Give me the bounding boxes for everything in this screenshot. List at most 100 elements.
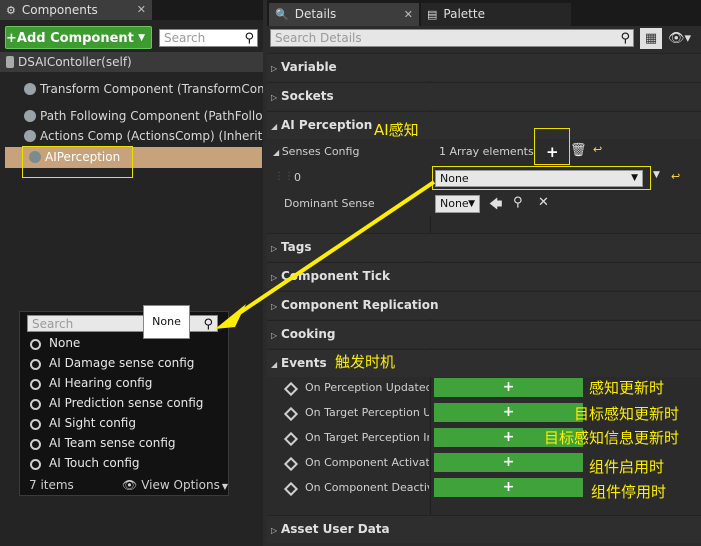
category-component-replication[interactable]: ▷ Component Replication (267, 291, 701, 319)
annotation-events: 触发时机 (335, 353, 396, 371)
collapse-arrow-icon: ◢ (271, 360, 278, 369)
use-selected-button[interactable]: 🡄 (489, 195, 502, 217)
highlight-sense-dropdown (432, 166, 651, 190)
radio-icon (30, 459, 41, 470)
annotation-event-note: 感知更新时 (589, 379, 665, 397)
components-search-input[interactable]: Search ⚲ (159, 29, 258, 47)
event-icon (283, 481, 299, 497)
grid-view-button[interactable]: ▦ (640, 28, 662, 49)
senses-config-row: ◢ Senses Config 1 Array elements + 🗑 ↩ (267, 139, 701, 164)
option-ai-hearing[interactable]: AI Hearing config (30, 373, 152, 393)
category-label: Variable (281, 60, 337, 74)
search-icon: 🔍 (275, 8, 289, 21)
add-event-target-perception-updated[interactable]: + (434, 403, 583, 422)
event-label: On Component Deactivat (305, 481, 429, 494)
annotation-ai-perception: AI感知 (374, 121, 419, 139)
highlight-add-element (534, 128, 570, 165)
radio-icon (30, 359, 41, 370)
reset-button[interactable]: ↩ (593, 143, 602, 156)
annotation-event-note: 目标感知信息更新时 (544, 429, 680, 447)
add-component-button[interactable]: +Add Component ▼ (5, 26, 152, 49)
add-event-component-deactivated[interactable]: + (434, 478, 583, 497)
component-icon (24, 130, 36, 142)
components-tab-bar: ⚙ Components ✕ (0, 0, 263, 20)
expand-arrow-icon: ▷ (271, 302, 278, 311)
add-event-perception-updated[interactable]: + (434, 378, 583, 397)
category-tags[interactable]: ▷ Tags (267, 233, 701, 261)
option-ai-touch[interactable]: AI Touch config (30, 453, 140, 473)
senses-config-label: ◢ Senses Config (273, 139, 359, 165)
search-icon[interactable]: ⚲ (244, 30, 254, 47)
tab-label: Details (294, 7, 337, 21)
component-item-actions-comp[interactable]: Actions Comp (ActionsComp) (Inherited) (0, 126, 263, 146)
view-options-label: View Options (141, 478, 220, 492)
collapse-arrow-icon: ◢ (273, 148, 282, 157)
array-elements-count: 1 Array elements (439, 145, 534, 158)
chevron-down-icon: ▼ (468, 199, 475, 209)
clear-button[interactable]: ✕ (538, 195, 549, 210)
category-events[interactable]: ◢ Events (267, 349, 701, 377)
view-options-button[interactable]: 👁 View Options ▼ (122, 475, 228, 497)
option-ai-damage[interactable]: AI Damage sense config (30, 353, 194, 373)
browse-button[interactable]: ⚲ (513, 195, 523, 210)
eye-icon: 👁 (122, 478, 138, 492)
radio-icon (30, 419, 41, 430)
expand-arrow-icon: ▷ (271, 526, 278, 535)
event-label: On Target Perception Upd (305, 406, 429, 419)
tab-palette[interactable]: ▤ Palette (421, 3, 571, 26)
close-icon[interactable]: ✕ (404, 3, 413, 26)
search-icon[interactable]: ⚲ (203, 316, 213, 333)
arrow-left-icon: 🡄 (489, 197, 503, 212)
component-item-path-following[interactable]: Path Following Component (PathFollow (0, 106, 263, 126)
grid-icon: ▦ (644, 31, 658, 46)
actor-icon (6, 56, 14, 68)
event-icon (283, 431, 299, 447)
highlight-aiperception (22, 146, 133, 178)
category-variable[interactable]: ▷ Variable (267, 53, 701, 81)
expand-arrow-icon: ▷ (271, 64, 278, 73)
option-none[interactable]: None (30, 333, 80, 353)
items-count: 7 items (29, 478, 74, 492)
search-icon[interactable]: ⚲ (620, 30, 630, 47)
expand-arrow-icon: ▷ (271, 331, 278, 340)
palette-icon: ▤ (427, 8, 438, 21)
reset-icon: ↩ (593, 143, 603, 156)
category-label: Asset User Data (281, 522, 390, 536)
add-event-component-activated[interactable]: + (434, 453, 583, 472)
tab-details[interactable]: 🔍 Details ✕ (269, 3, 419, 26)
reset-icon: ↩ (671, 170, 681, 183)
category-sockets[interactable]: ▷ Sockets (267, 82, 701, 110)
category-component-tick[interactable]: ▷ Component Tick (267, 262, 701, 290)
details-search-input[interactable]: Search Details ⚲ (270, 29, 634, 47)
dominant-sense-label: Dominant Sense (284, 197, 375, 210)
eye-options-button[interactable]: 👁▾ (668, 28, 691, 49)
option-ai-team[interactable]: AI Team sense config (30, 433, 176, 453)
component-label: Transform Component (TransformComp (40, 82, 263, 96)
category-cooking[interactable]: ▷ Cooking (267, 320, 701, 348)
components-tab[interactable]: ⚙ Components ✕ (0, 0, 152, 20)
close-icon[interactable]: ✕ (137, 0, 146, 20)
category-ai-perception[interactable]: ◢ AI Perception (267, 111, 701, 139)
delete-all-button[interactable]: 🗑 (570, 143, 587, 158)
expand-arrow-icon: ▷ (271, 93, 278, 102)
component-label: Path Following Component (PathFollow (40, 109, 263, 123)
category-label: AI Perception (281, 118, 373, 132)
category-label: Component Replication (281, 298, 439, 312)
element-reset-button[interactable]: ↩ (671, 170, 680, 183)
components-tab-label: Components (21, 3, 98, 17)
component-root[interactable]: DSAIContoller(self) (0, 52, 263, 72)
dominant-sense-dropdown[interactable]: None ▼ (435, 195, 480, 213)
category-label: Events (281, 356, 327, 370)
option-label: None (49, 336, 81, 350)
index-label: 0 (294, 171, 301, 184)
drag-handle-icon[interactable]: ⋮⋮ (274, 171, 294, 182)
search-placeholder: Search Details (275, 31, 362, 45)
category-asset-user-data[interactable]: ▷ Asset User Data (267, 515, 701, 543)
option-ai-sight[interactable]: AI Sight config (30, 413, 136, 433)
eye-icon: 👁▾ (668, 31, 692, 46)
option-ai-prediction[interactable]: AI Prediction sense config (30, 393, 203, 413)
component-item-transform[interactable]: Transform Component (TransformComp (0, 79, 263, 99)
option-label: AI Sight config (49, 416, 136, 430)
element-options-button[interactable]: ▼ (653, 170, 660, 180)
none-tooltip: None (143, 305, 190, 339)
